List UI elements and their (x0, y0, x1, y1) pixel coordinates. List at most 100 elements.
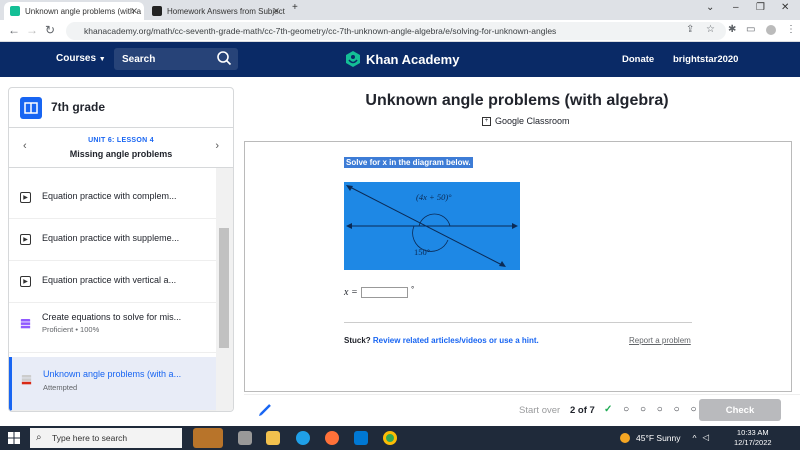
progress-count: 2 of 7 (570, 405, 595, 416)
angle-diagram: (4x + 50)° 150° (344, 182, 520, 270)
sidebar-item-supplementary[interactable]: ▶ Equation practice with suppleme... (9, 219, 216, 261)
system-clock[interactable]: 10:33 AM 12/17/2022 (734, 428, 772, 448)
chevron-down-icon: ▼ (98, 56, 106, 63)
divider (344, 322, 692, 323)
profile-avatar[interactable] (766, 25, 776, 35)
sidepanel-icon[interactable]: ▭ (746, 24, 755, 35)
minimize-button[interactable]: – (733, 2, 739, 13)
share-icon[interactable]: ⇪ (686, 24, 694, 35)
google-classroom-link[interactable]: + Google Classroom (482, 116, 570, 126)
widget-image-icon[interactable] (193, 428, 223, 448)
angle-label-top: (4x + 50)° (416, 192, 452, 202)
attempt-status: Attempted (43, 383, 78, 392)
windows-taskbar: ⌕ Type here to search 45°F Sunny ^ ◁ 10:… (0, 426, 800, 450)
sidebar-item-label: Create equations to solve for mis... (42, 312, 182, 322)
firefox-icon[interactable] (325, 431, 339, 445)
sidebar-scrollbar[interactable] (216, 168, 233, 411)
sidebar-item-vertical[interactable]: ▶ Equation practice with vertical a... (9, 261, 216, 303)
course-header[interactable]: 7th grade (9, 88, 233, 128)
book-icon (20, 97, 42, 119)
scrollbar-thumb[interactable] (219, 228, 229, 348)
bookmark-star-icon[interactable]: ☆ (706, 24, 715, 35)
close-window-button[interactable]: ✕ (781, 2, 789, 13)
taskbar-search-placeholder: Type here to search (52, 433, 128, 443)
stuck-row: Stuck? Review related articles/videos or… (344, 336, 539, 345)
menu-kebab-icon[interactable]: ⋮ (786, 24, 796, 35)
angle-label-bottom: 150° (414, 247, 430, 257)
taskbar-search-input[interactable]: ⌕ Type here to search (30, 428, 182, 448)
file-explorer-icon[interactable] (266, 431, 280, 445)
tab-title: Unknown angle problems (with a (25, 6, 142, 16)
mastery-status: Proficient • 100% (42, 325, 100, 334)
brainly-favicon-icon (152, 6, 162, 16)
tab-search-icon[interactable]: ⌄ (706, 2, 714, 13)
google-classroom-label: Google Classroom (495, 116, 570, 126)
clock-time: 10:33 AM (736, 428, 769, 437)
browser-toolbar: ← → ↻ khanacademy.org/math/cc-seventh-gr… (0, 20, 800, 42)
video-play-icon: ▶ (20, 234, 31, 245)
forward-arrow-icon[interactable]: → (26, 23, 38, 37)
tray-chevron-icon[interactable]: ^ (693, 433, 697, 443)
user-menu[interactable]: brightstar2020 (673, 54, 738, 65)
browser-tab-active[interactable]: Unknown angle problems (with a ✕ (4, 2, 144, 20)
answer-variable: x = (344, 287, 358, 298)
sidebar-item-complementary[interactable]: ▶ Equation practice with complem... (9, 177, 216, 219)
report-problem-link[interactable]: Report a problem (629, 336, 691, 345)
weather-text[interactable]: 45°F Sunny (636, 433, 681, 443)
donate-link[interactable]: Donate (622, 54, 654, 65)
video-play-icon: ▶ (20, 192, 31, 203)
weather-sun-icon (620, 432, 630, 443)
task-view-icon[interactable] (238, 431, 252, 445)
close-tab-icon[interactable]: ✕ (130, 6, 138, 17)
chrome-icon[interactable] (383, 431, 397, 445)
windows-start-icon[interactable] (8, 432, 20, 444)
exercise-title: Unknown angle problems (with algebra) (365, 92, 669, 109)
start-over-button[interactable]: Start over (519, 405, 560, 416)
browser-tab-strip: Unknown angle problems (with a ✕ Homewor… (0, 0, 800, 20)
reload-icon[interactable]: ↻ (45, 23, 55, 37)
back-arrow-icon[interactable]: ← (8, 23, 20, 37)
courses-menu[interactable]: Courses ▼ (56, 53, 106, 64)
khan-academy-logo[interactable]: Khan Academy (345, 51, 459, 67)
browser-tab[interactable]: Homework Answers from Subject ✕ (146, 2, 286, 20)
question-panel: Solve for x in the diagram below. (4x + … (244, 141, 792, 392)
video-play-icon: ▶ (20, 276, 31, 287)
scratchpad-pencil-icon[interactable] (258, 403, 272, 417)
khan-leaf-icon (346, 51, 360, 67)
answer-input[interactable] (360, 287, 408, 298)
logo-text: Khan Academy (366, 51, 460, 67)
sidebar-item-label: Equation practice with vertical a... (42, 275, 177, 285)
system-tray: 45°F Sunny ^ ◁ (620, 432, 709, 443)
unit-label: UNIT 6: LESSON 4 (88, 137, 154, 144)
stuck-label: Stuck? (344, 336, 371, 345)
degree-unit: ° (410, 285, 414, 294)
exercise-footer: Start over 2 of 7 ✓ ○ ○ ○ ○ ○ ○ Check (244, 394, 800, 424)
volume-icon[interactable]: ◁ (703, 432, 710, 443)
edge-icon[interactable] (296, 431, 310, 445)
new-tab-button[interactable]: + (292, 2, 298, 13)
url-text: khanacademy.org/math/cc-seventh-grade-ma… (84, 26, 557, 36)
sidebar-item-unknown-angle[interactable]: Unknown angle problems (with a... Attemp… (9, 357, 216, 411)
check-button[interactable]: Check (699, 399, 781, 421)
khan-favicon-icon (10, 6, 20, 16)
lesson-title: Missing angle problems (69, 149, 173, 159)
maximize-button[interactable]: ❐ (756, 2, 765, 13)
search-label: Search (122, 54, 156, 65)
sidebar-item-create-equations[interactable]: Create equations to solve for mis... Pro… (9, 303, 216, 353)
address-bar[interactable]: khanacademy.org/math/cc-seventh-grade-ma… (66, 22, 726, 40)
unit-nav: ‹ UNIT 6: LESSON 4 Missing angle problem… (9, 128, 233, 168)
google-classroom-icon: + (482, 116, 491, 126)
hint-link[interactable]: Review related articles/videos or use a … (373, 336, 539, 345)
search-icon: ⌕ (36, 432, 42, 443)
close-tab-icon[interactable]: ✕ (272, 6, 280, 17)
tab-title: Homework Answers from Subject (167, 6, 285, 16)
sidebar-item-label: Equation practice with suppleme... (42, 233, 180, 243)
courses-label: Courses (56, 53, 97, 64)
chevron-right-icon[interactable]: › (215, 140, 219, 152)
lesson-sidebar: 7th grade ‹ UNIT 6: LESSON 4 Missing ang… (8, 87, 234, 412)
extensions-icon[interactable]: ✱ (728, 24, 736, 35)
answer-row: x = ° (344, 285, 414, 298)
search-icon[interactable] (216, 50, 232, 66)
question-prompt: Solve for x in the diagram below. (344, 157, 473, 168)
mail-icon[interactable] (354, 431, 368, 445)
